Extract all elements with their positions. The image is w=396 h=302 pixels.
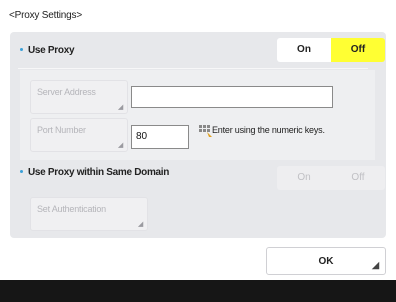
same-domain-label-text: Use Proxy within Same Domain	[28, 167, 170, 178]
corner-arrow-icon: ◢	[372, 260, 379, 270]
bottom-status-bar	[0, 280, 396, 302]
set-authentication-button[interactable]: Set Authentication ◢	[30, 197, 148, 231]
same-domain-on-button[interactable]: On	[277, 166, 331, 190]
same-domain-toggle: On Off	[277, 166, 385, 190]
set-authentication-label: Set Authentication	[37, 204, 106, 214]
corner-arrow-icon: ◢	[117, 104, 123, 111]
same-domain-label: Use Proxy within Same Domain	[20, 167, 169, 178]
numeric-keys-hint: Enter using the numeric keys.	[212, 125, 325, 135]
use-proxy-label-text: Use Proxy	[28, 45, 75, 56]
divider	[18, 68, 368, 69]
ok-button-label: OK	[318, 256, 334, 267]
use-proxy-toggle: On Off	[277, 38, 385, 62]
ok-button[interactable]: OK ◢	[266, 247, 386, 275]
port-number-label: Port Number	[37, 125, 86, 135]
port-number-field[interactable]: 80	[131, 125, 189, 149]
server-address-button[interactable]: Server Address ◢	[30, 80, 128, 114]
bullet-icon	[20, 47, 23, 51]
server-address-label: Server Address	[37, 87, 96, 97]
corner-arrow-icon: ◢	[117, 142, 123, 149]
keypad-icon	[199, 125, 212, 137]
use-proxy-off-button[interactable]: Off	[331, 38, 385, 62]
same-domain-off-button[interactable]: Off	[331, 166, 385, 190]
bullet-icon	[20, 169, 23, 173]
use-proxy-label: Use Proxy	[20, 45, 75, 56]
page-title: <Proxy Settings>	[9, 10, 82, 21]
use-proxy-on-button[interactable]: On	[277, 38, 331, 62]
corner-arrow-icon: ◢	[137, 221, 143, 228]
port-number-button[interactable]: Port Number ◢	[30, 118, 128, 152]
server-address-field[interactable]	[131, 86, 333, 108]
